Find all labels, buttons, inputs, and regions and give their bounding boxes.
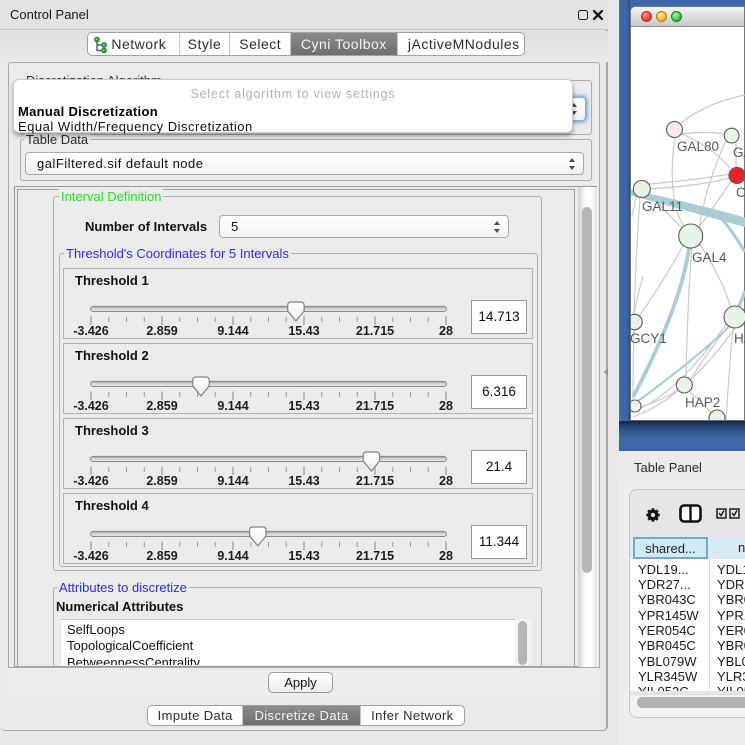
svg-text:21.715: 21.715 [356,399,394,413]
svg-text:2.859: 2.859 [146,474,177,488]
svg-text:CY: CY [736,185,745,200]
svg-text:28: 28 [439,324,453,338]
svg-text:2.859: 2.859 [146,399,177,413]
svg-text:15.43: 15.43 [288,549,319,563]
svg-text:-3.426: -3.426 [73,549,108,563]
svg-text:HAP2: HAP2 [685,395,720,410]
svg-text:15.43: 15.43 [288,324,319,338]
svg-text:-3.426: -3.426 [73,324,108,338]
svg-text:21.715: 21.715 [356,474,394,488]
svg-text:9.144: 9.144 [217,474,248,488]
svg-text:15.43: 15.43 [288,399,319,413]
svg-text:21.715: 21.715 [356,549,394,563]
svg-text:GAL80: GAL80 [677,139,719,154]
svg-text:GAL11: GAL11 [642,199,683,214]
svg-text:9.144: 9.144 [217,549,248,563]
svg-text:HA: HA [734,331,745,346]
svg-text:2.859: 2.859 [146,549,177,563]
svg-text:GAL4: GAL4 [692,250,727,265]
svg-text:28: 28 [439,474,453,488]
svg-text:GAL7: GAL7 [733,145,745,160]
svg-text:28: 28 [439,549,453,563]
svg-text:9.144: 9.144 [217,399,248,413]
svg-text:9.144: 9.144 [217,324,248,338]
svg-text:21.715: 21.715 [356,324,394,338]
svg-text:-3.426: -3.426 [73,399,108,413]
svg-text:2.859: 2.859 [146,324,177,338]
svg-text:28: 28 [439,399,453,413]
svg-text:GCY1: GCY1 [631,331,667,346]
svg-text:-3.426: -3.426 [73,474,108,488]
svg-text:15.43: 15.43 [288,474,319,488]
